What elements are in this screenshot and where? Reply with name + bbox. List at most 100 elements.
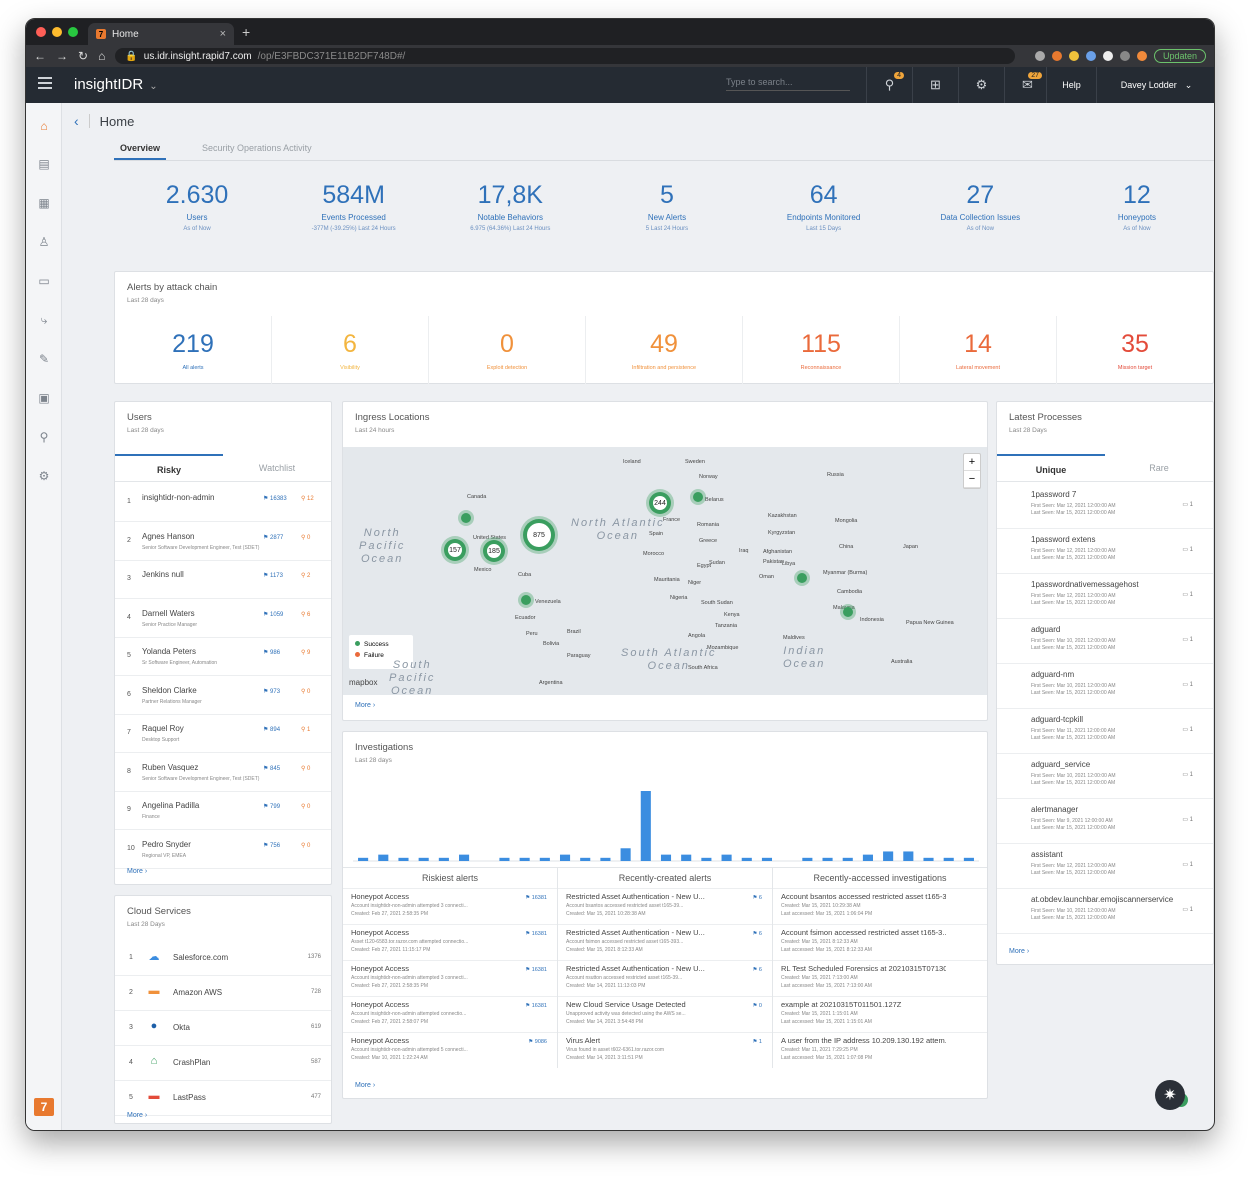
item-title[interactable]: Account fsimon accessed restricted asset… bbox=[781, 928, 946, 937]
investigation-item[interactable]: example at 20210315T011501.127Z Created: … bbox=[773, 996, 987, 1032]
user-name[interactable]: Sheldon Clarke bbox=[142, 686, 197, 695]
search-nav-icon[interactable]: ▤ bbox=[37, 157, 51, 171]
chart-bar[interactable] bbox=[640, 791, 651, 861]
chart-bar[interactable] bbox=[761, 857, 773, 861]
settings-button[interactable]: ⚙ bbox=[958, 67, 1004, 103]
user-row[interactable]: 1 insightidr-non-admin ⚑ 16383 ⚲ 12 bbox=[115, 484, 331, 522]
chart-bar[interactable] bbox=[883, 851, 894, 861]
process-name[interactable]: adguard-nm bbox=[1031, 670, 1074, 679]
tab-security-operations-activity[interactable]: Security Operations Activity bbox=[196, 137, 318, 160]
item-title[interactable]: Restricted Asset Authentication - New U.… bbox=[566, 964, 731, 973]
chart-bar[interactable] bbox=[701, 857, 712, 861]
user-row[interactable]: 9 Angelina Padilla Finance ⚑ 799 ⚲ 0 bbox=[115, 792, 331, 830]
mapbox-attribution[interactable]: mapbox bbox=[349, 678, 377, 687]
stat-users[interactable]: 2.630 Users As of Now bbox=[122, 181, 272, 232]
users-more-link[interactable]: More › bbox=[127, 868, 147, 875]
tab-rare[interactable]: Rare bbox=[1105, 454, 1213, 481]
chart-bar[interactable] bbox=[580, 857, 591, 861]
process-name[interactable]: alertmanager bbox=[1031, 805, 1078, 814]
investigation-item[interactable]: Honeypot Access Account insightidr-non-ad… bbox=[343, 888, 557, 924]
chart-bar[interactable] bbox=[862, 854, 873, 861]
chain-visibility[interactable]: 6 Visibility bbox=[272, 316, 429, 384]
cloud-service-row[interactable]: 4 ⌂ CrashPlan 587 bbox=[115, 1046, 331, 1081]
investigation-item[interactable]: Honeypot Access Account insightidr-non-ad… bbox=[343, 960, 557, 996]
extension-icon[interactable] bbox=[1102, 51, 1113, 61]
process-row[interactable]: alertmanager First Seen: Mar 9, 2021 12:0… bbox=[997, 799, 1213, 844]
chart-bar[interactable] bbox=[600, 857, 611, 861]
chain-exploit[interactable]: 0 Exploit detection bbox=[429, 316, 586, 384]
tab-close-icon[interactable]: × bbox=[220, 28, 226, 40]
back-chevron-icon[interactable]: ‹ bbox=[74, 113, 79, 129]
cloud-service-row[interactable]: 3 ● Okta 619 bbox=[115, 1011, 331, 1046]
profile-avatar[interactable] bbox=[1136, 51, 1147, 61]
process-name[interactable]: 1passwordnativemessagehost bbox=[1031, 580, 1139, 589]
investigation-item[interactable]: Honeypot Access Asset t120-6583.tor.razor… bbox=[343, 924, 557, 960]
hamburger-menu-icon[interactable] bbox=[38, 77, 52, 92]
zoom-out-button[interactable]: − bbox=[964, 471, 980, 488]
item-title[interactable]: RL Test Scheduled Forensics at 20210315T… bbox=[781, 964, 946, 973]
tab-unique[interactable]: Unique bbox=[997, 454, 1105, 481]
investigations-nav-icon[interactable]: ⤷ bbox=[37, 313, 51, 327]
process-row[interactable]: 1password 7 First Seen: Mar 12, 2021 12:0… bbox=[997, 484, 1213, 529]
investigation-item[interactable]: Restricted Asset Authentication - New U.… bbox=[558, 888, 772, 924]
settings-nav-icon[interactable]: ⚙ bbox=[37, 469, 51, 483]
chart-bar[interactable] bbox=[438, 857, 449, 861]
process-name[interactable]: 1password 7 bbox=[1031, 490, 1076, 499]
chart-bar[interactable] bbox=[681, 854, 692, 861]
chart-bar[interactable] bbox=[499, 857, 510, 861]
chart-bar[interactable] bbox=[741, 857, 752, 861]
location-marker[interactable] bbox=[521, 595, 531, 605]
item-title[interactable]: Virus Alert bbox=[566, 1036, 731, 1045]
chart-bar[interactable] bbox=[358, 857, 369, 861]
chart-bar[interactable] bbox=[378, 854, 389, 861]
processes-more-link[interactable]: More › bbox=[1009, 948, 1029, 955]
item-title[interactable]: Honeypot Access bbox=[351, 928, 516, 937]
user-menu[interactable]: Davey Lodder ⌄ bbox=[1096, 67, 1214, 103]
process-row[interactable]: adguard_service First Seen: Mar 10, 2021 … bbox=[997, 754, 1213, 799]
user-name[interactable]: Jenkins null bbox=[142, 570, 184, 579]
chart-bar[interactable] bbox=[559, 854, 571, 861]
data-collection-nav-icon[interactable]: ⚲ bbox=[37, 430, 51, 444]
chart-bar[interactable] bbox=[802, 857, 813, 861]
stat-data-collection[interactable]: 27 Data Collection Issues As of Now bbox=[905, 181, 1055, 232]
ingress-more-link[interactable]: More › bbox=[355, 702, 375, 709]
chart-bar[interactable] bbox=[660, 854, 672, 861]
assets-nav-icon[interactable]: ▭ bbox=[37, 274, 51, 288]
chain-infiltration[interactable]: 49 Infiltration and persistence bbox=[586, 316, 743, 384]
location-bubble[interactable]: 185 bbox=[483, 540, 505, 562]
close-window-button[interactable] bbox=[36, 27, 46, 37]
chart-bar[interactable] bbox=[620, 848, 631, 861]
chart-bar[interactable] bbox=[519, 857, 530, 861]
maximize-window-button[interactable] bbox=[68, 27, 78, 37]
user-row[interactable]: 5 Yolanda Peters Sr Software Engineer, Aut… bbox=[115, 638, 331, 676]
reload-icon[interactable]: ↻ bbox=[78, 49, 88, 63]
tab-risky[interactable]: Risky bbox=[115, 454, 223, 481]
chart-bar[interactable] bbox=[418, 857, 429, 861]
forward-arrow-icon[interactable]: → bbox=[56, 49, 68, 63]
stat-behaviors[interactable]: 17,8K Notable Behaviors 6.975 (64.36%) Las… bbox=[435, 181, 585, 232]
chart-bar[interactable] bbox=[903, 851, 914, 861]
process-name[interactable]: assistant bbox=[1031, 850, 1063, 859]
user-name[interactable]: Yolanda Peters bbox=[142, 647, 196, 656]
process-row[interactable]: 1passwordnativemessagehost First Seen: Ma… bbox=[997, 574, 1213, 619]
cloud-service-row[interactable]: 1 ☁ Salesforce.com 1376 bbox=[115, 941, 331, 976]
item-title[interactable]: Honeypot Access bbox=[351, 1036, 516, 1045]
process-row[interactable]: adguard-tcpkill First Seen: Mar 11, 2021 … bbox=[997, 709, 1213, 754]
process-row[interactable]: adguard First Seen: Mar 10, 2021 12:00:00… bbox=[997, 619, 1213, 664]
stat-alerts[interactable]: 5 New Alerts 5 Last 24 Hours bbox=[592, 181, 742, 232]
investigation-item[interactable]: Honeypot Access Account insightidr-non-ad… bbox=[343, 996, 557, 1032]
user-row[interactable]: 7 Raquel Roy Desktop Support ⚑ 894 ⚲ 1 bbox=[115, 715, 331, 753]
process-row[interactable]: adguard-nm First Seen: Mar 10, 2021 12:00… bbox=[997, 664, 1213, 709]
investigation-item[interactable]: Restricted Asset Authentication - New U.… bbox=[558, 924, 772, 960]
item-title[interactable]: example at 20210315T011501.127Z bbox=[781, 1000, 946, 1009]
chart-bar[interactable] bbox=[822, 857, 833, 861]
chain-mission[interactable]: 35 Mission target bbox=[1057, 316, 1213, 384]
stat-events[interactable]: 584M Events Processed -377M (-39.25%) Last… bbox=[279, 181, 429, 232]
new-tab-icon[interactable]: + bbox=[242, 24, 250, 40]
help-assistant-button[interactable]: ✷ bbox=[1155, 1080, 1185, 1110]
location-bubble[interactable]: 875 bbox=[523, 519, 555, 551]
user-row[interactable]: 10 Pedro Snyder Regional VP, EMEA ⚑ 756 ⚲ 0 bbox=[115, 831, 331, 869]
process-row[interactable]: assistant First Seen: Mar 12, 2021 12:00:… bbox=[997, 844, 1213, 889]
item-title[interactable]: A user from the IP address 10.209.130.19… bbox=[781, 1036, 946, 1045]
messages-button[interactable]: ✉ 27 bbox=[1004, 67, 1050, 103]
